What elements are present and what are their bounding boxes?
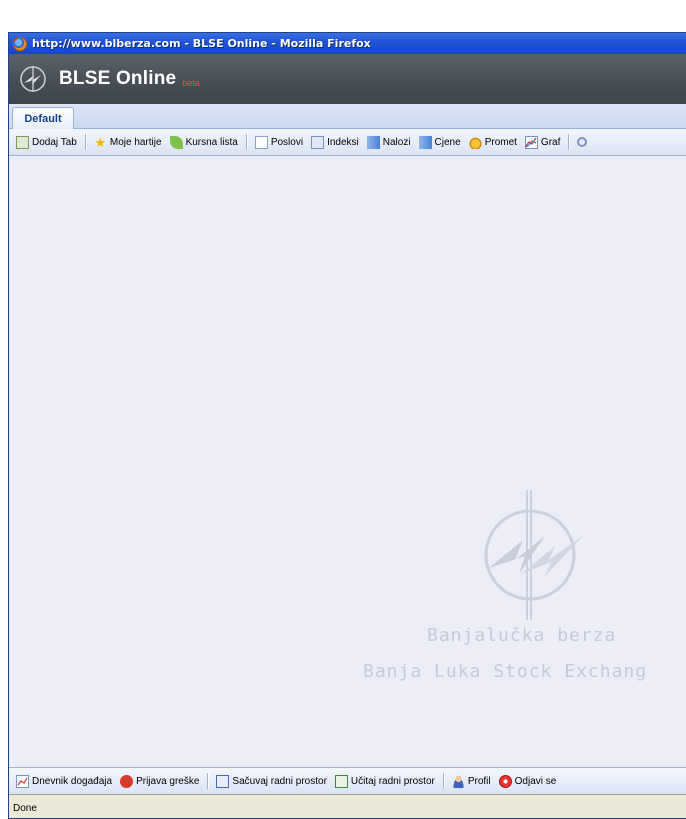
exchange-list-label: Kursna lista [185, 136, 238, 148]
user-icon [451, 774, 465, 788]
blse-logo-icon [20, 66, 46, 92]
browser-statusbar: Done [9, 794, 686, 818]
tab-default[interactable]: Default [12, 107, 74, 129]
turnover-label: Promet [484, 136, 517, 148]
browser-window: http://www.blberza.com - BLSE Online - M… [8, 32, 686, 819]
firefox-icon [13, 36, 27, 51]
toolbar-separator [245, 134, 247, 150]
report-bug-label: Prijava greške [136, 775, 200, 787]
bottom-toolbar: Dnevnik događaja Prijava greške Sačuvaj … [9, 767, 686, 794]
orders-button[interactable]: Nalozi [363, 132, 415, 152]
add-tab-icon [16, 135, 29, 149]
profile-label: Profil [467, 775, 491, 787]
report-bug-button[interactable]: Prijava greške [116, 771, 203, 791]
graph-button[interactable]: Graf [521, 132, 564, 152]
turnover-button[interactable]: Promet [465, 132, 521, 152]
graph-label: Graf [540, 136, 561, 148]
profile-button[interactable]: Profil [448, 771, 495, 791]
event-log-button[interactable]: Dnevnik događaja [12, 771, 116, 791]
app-header: BLSE Online beta [9, 54, 686, 104]
toolbar-separator [442, 773, 444, 789]
main-toolbar: Dodaj Tab ★ Moje hartije Kursna lista Po… [9, 129, 686, 156]
watermark-line-1: Banjalučka berza [427, 625, 617, 646]
status-text: Done [13, 802, 37, 814]
tab-strip: Default [9, 104, 686, 129]
orders-icon [366, 135, 380, 149]
save-workspace-button[interactable]: Sačuvaj radni prostor [212, 771, 331, 791]
graph-icon [524, 135, 538, 149]
add-tab-label: Dodaj Tab [32, 136, 77, 148]
star-icon: ★ [94, 134, 107, 150]
exchange-logo-watermark-icon [484, 490, 585, 620]
prices-button[interactable]: Cjene [415, 132, 465, 152]
logout-icon [498, 774, 512, 788]
document-icon [254, 135, 268, 149]
event-log-label: Dnevnik događaja [32, 775, 113, 787]
trades-button[interactable]: Poslovi [251, 132, 307, 152]
logout-button[interactable]: Odjavi se [495, 771, 561, 791]
window-titlebar: http://www.blberza.com - BLSE Online - M… [9, 33, 686, 54]
app-title: BLSE Online [59, 68, 177, 89]
workspace-area: Banjalučka berza Banja Luka Stock Exchan… [9, 156, 686, 767]
prices-icon [418, 135, 432, 149]
event-log-icon [16, 774, 29, 788]
leaf-icon [169, 135, 183, 149]
my-securities-button[interactable]: ★ Moje hartije [90, 132, 166, 152]
indices-label: Indeksi [327, 136, 359, 148]
toolbar-separator [207, 773, 209, 789]
watermark-line-2: Banja Luka Stock Exchang [363, 661, 648, 682]
coins-icon [468, 135, 482, 149]
save-workspace-label: Sačuvaj radni prostor [232, 775, 327, 787]
prices-label: Cjene [434, 136, 461, 148]
logout-label: Odjavi se [514, 775, 557, 787]
load-workspace-button[interactable]: Učitaj radni prostor [331, 771, 439, 791]
my-securities-label: Moje hartije [109, 136, 162, 148]
window-title: http://www.blberza.com - BLSE Online - M… [32, 37, 371, 50]
beta-badge: beta [182, 78, 200, 88]
search-icon [577, 137, 588, 147]
index-icon [311, 135, 325, 149]
search-button[interactable] [573, 132, 594, 152]
trades-label: Poslovi [270, 136, 304, 148]
exchange-list-button[interactable]: Kursna lista [166, 132, 242, 152]
add-tab-button[interactable]: Dodaj Tab [12, 132, 81, 152]
load-workspace-icon [334, 774, 348, 788]
indices-button[interactable]: Indeksi [307, 132, 363, 152]
orders-label: Nalozi [382, 136, 411, 148]
save-workspace-icon [216, 774, 230, 788]
bug-icon [120, 774, 134, 788]
toolbar-separator [568, 134, 570, 150]
toolbar-separator [84, 134, 86, 150]
load-workspace-label: Učitaj radni prostor [350, 775, 435, 787]
